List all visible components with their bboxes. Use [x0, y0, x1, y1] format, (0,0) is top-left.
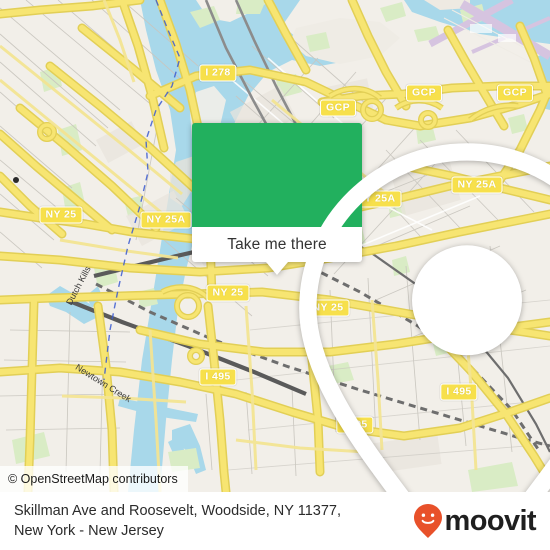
location-caption: Skillman Ave and Roosevelt, Woodside, NY…	[14, 501, 341, 541]
callout-pin-panel	[192, 123, 550, 492]
location-line-2: New York - New Jersey	[14, 523, 164, 539]
map-pin-icon	[299, 143, 550, 492]
road-shield: NY 25A	[140, 211, 192, 229]
callout-action-panel[interactable]: Take me there	[192, 227, 362, 275]
road-shield: GCP	[497, 84, 533, 102]
map-canvas[interactable]: I 278 GCP GCP GCP NY 25A NY 25A NY 25 NY 25A NY …	[0, 0, 550, 492]
road-shield: GCP	[320, 99, 356, 117]
map-attribution[interactable]: © OpenStreetMap contributors	[0, 466, 188, 492]
moovit-map-screenshot: I 278 GCP GCP GCP NY 25A NY 25A NY 25 NY 25A NY …	[0, 0, 550, 550]
location-line-1: Skillman Ave and Roosevelt, Woodside, NY…	[14, 503, 341, 519]
destination-callout[interactable]: Take me there	[192, 123, 550, 492]
moovit-wordmark: moovit	[444, 504, 537, 537]
road-shield: NY 25	[39, 206, 83, 224]
callout-pointer	[266, 262, 288, 275]
moovit-brand[interactable]: moovit	[413, 503, 537, 539]
road-shield: GCP	[406, 84, 442, 102]
road-shield: I 278	[199, 64, 237, 82]
footer-bar: Skillman Ave and Roosevelt, Woodside, NY…	[0, 492, 550, 550]
take-me-there-label: Take me there	[227, 235, 327, 253]
moovit-smiley-pin-icon	[413, 504, 442, 538]
